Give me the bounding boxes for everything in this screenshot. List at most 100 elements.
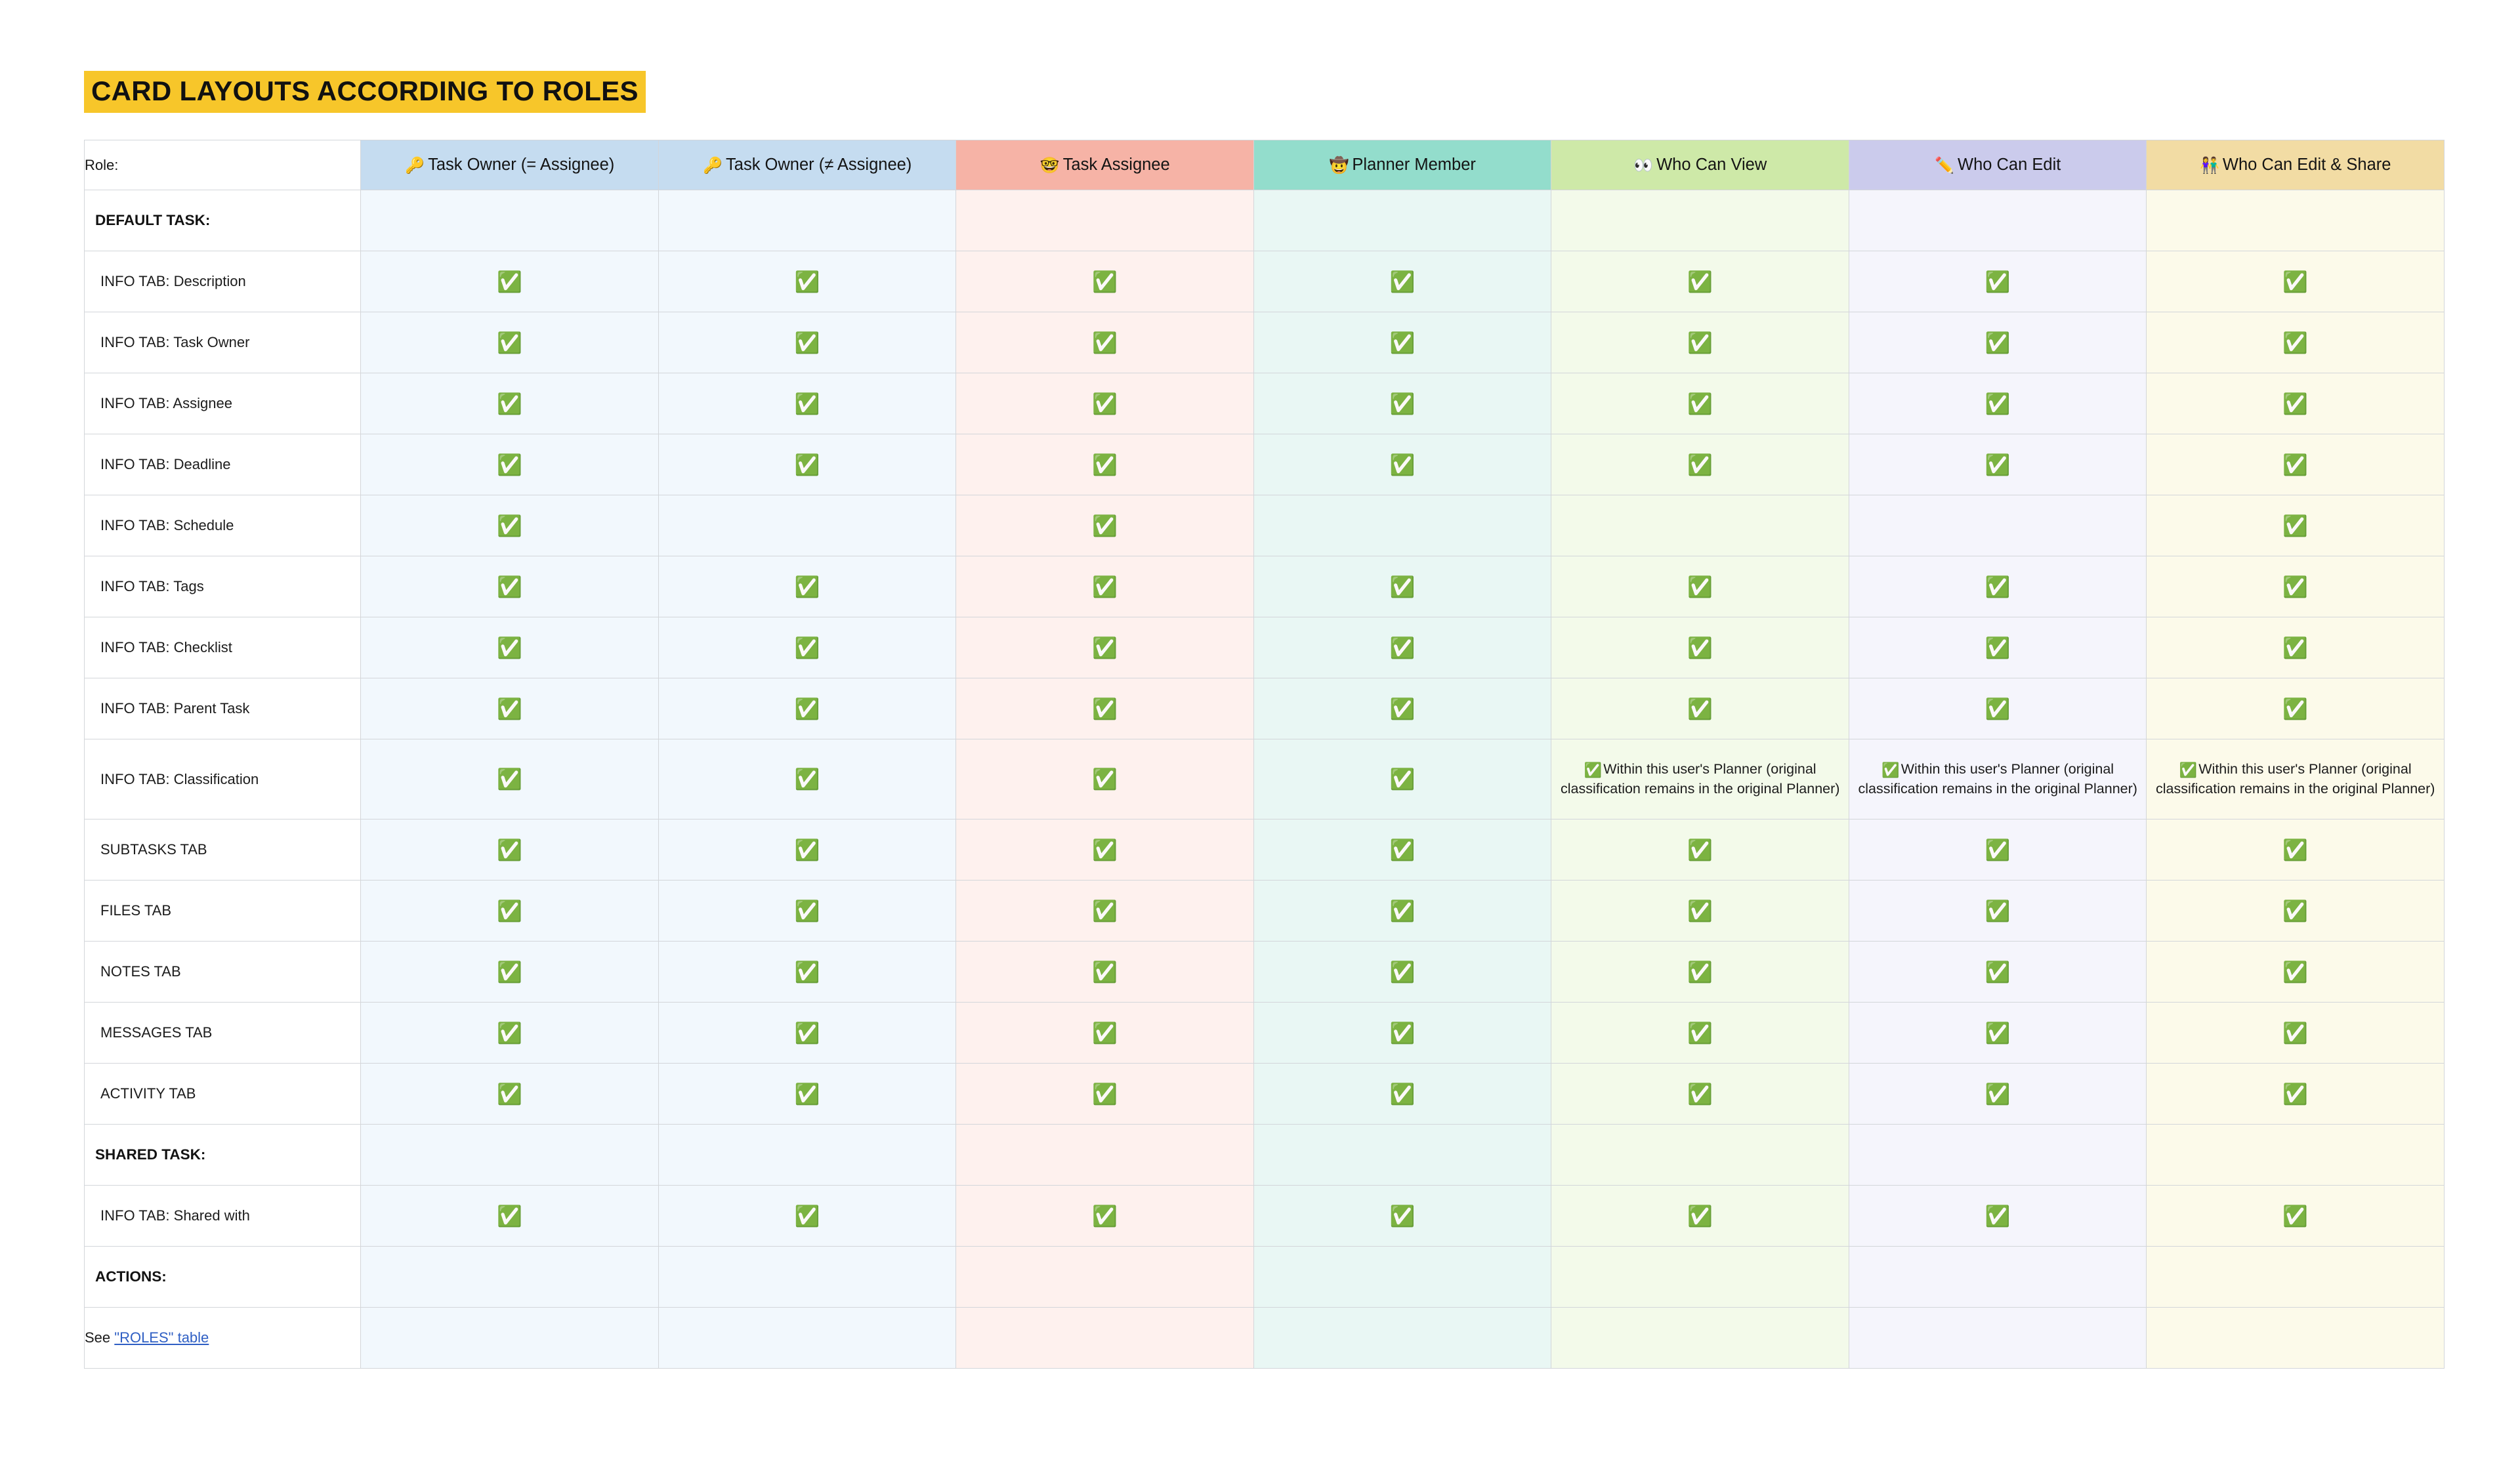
check-mark-icon: ✅ bbox=[2179, 762, 2198, 779]
cell-check: ✅ bbox=[1551, 617, 1849, 678]
cell-classification-note: ✅Within this user's Planner (original cl… bbox=[2146, 739, 2445, 819]
cell-empty bbox=[956, 190, 1254, 251]
check-mark-icon: ✅ bbox=[1389, 270, 1416, 293]
check-mark-icon: ✅ bbox=[2282, 514, 2309, 537]
row-section-label: SHARED TASK: bbox=[83, 1124, 362, 1186]
check-mark-icon: ✅ bbox=[1092, 575, 1118, 598]
check-mark-icon: ✅ bbox=[497, 514, 523, 537]
cell-check: ✅ bbox=[360, 819, 659, 881]
cell-empty bbox=[1848, 495, 2147, 556]
cell-check: ✅ bbox=[956, 880, 1254, 942]
column-header-who-can-view: 👀 Who Can View bbox=[1551, 140, 1849, 190]
row-label: ACTIVITY TAB bbox=[83, 1063, 362, 1125]
cell-check: ✅ bbox=[1253, 251, 1552, 312]
cell-empty bbox=[2146, 1307, 2445, 1369]
check-mark-icon: ✅ bbox=[1389, 1082, 1416, 1106]
cell-check: ✅ bbox=[360, 880, 659, 942]
check-mark-icon: ✅ bbox=[2282, 453, 2309, 476]
check-mark-icon: ✅ bbox=[1092, 838, 1118, 861]
check-mark-icon: ✅ bbox=[1984, 331, 2011, 354]
cell-check: ✅ bbox=[1253, 678, 1552, 739]
table-row: ACTIONS: bbox=[83, 1246, 2445, 1308]
check-mark-icon: ✅ bbox=[1092, 899, 1118, 923]
cell-check: ✅ bbox=[1551, 678, 1849, 739]
cell-check: ✅ bbox=[1848, 373, 2147, 434]
check-mark-icon: ✅ bbox=[1389, 960, 1416, 984]
row-label: INFO TAB: Deadline bbox=[83, 434, 362, 495]
cell-check: ✅ bbox=[1848, 1002, 2147, 1064]
cell-check: ✅ bbox=[956, 434, 1254, 495]
check-mark-icon: ✅ bbox=[2282, 331, 2309, 354]
cell-check: ✅ bbox=[1551, 312, 1849, 373]
check-mark-icon: ✅ bbox=[497, 270, 523, 293]
check-mark-icon: ✅ bbox=[1687, 960, 1713, 984]
cell-check: ✅ bbox=[1848, 556, 2147, 617]
cell-check: ✅ bbox=[1551, 1002, 1849, 1064]
check-mark-icon: ✅ bbox=[794, 331, 820, 354]
table-row: INFO TAB: Checklist ✅ ✅ ✅ ✅ ✅ ✅ ✅ bbox=[83, 617, 2445, 678]
roles-table-link[interactable]: "ROLES" table bbox=[114, 1329, 209, 1346]
check-mark-icon: ✅ bbox=[1984, 636, 2011, 659]
cell-check: ✅ bbox=[658, 819, 957, 881]
cell-check: ✅ bbox=[360, 678, 659, 739]
cell-check: ✅ bbox=[360, 617, 659, 678]
check-mark-icon: ✅ bbox=[1389, 575, 1416, 598]
check-mark-icon: ✅ bbox=[497, 838, 523, 861]
check-mark-icon: ✅ bbox=[1984, 453, 2011, 476]
cell-empty bbox=[1848, 190, 2147, 251]
cell-check: ✅ bbox=[2146, 819, 2445, 881]
column-header-label: Task Owner (≠ Assignee) bbox=[726, 155, 912, 174]
cell-empty bbox=[658, 495, 957, 556]
cell-check: ✅ bbox=[1253, 373, 1552, 434]
cell-check: ✅ bbox=[1848, 678, 2147, 739]
check-mark-icon: ✅ bbox=[1984, 899, 2011, 923]
cell-check: ✅ bbox=[658, 251, 957, 312]
check-mark-icon: ✅ bbox=[1092, 960, 1118, 984]
cell-check: ✅ bbox=[658, 373, 957, 434]
column-header-label: Who Can View bbox=[1656, 155, 1767, 174]
people-holding-hands-icon: 👫 bbox=[2200, 156, 2219, 175]
check-mark-icon: ✅ bbox=[497, 1021, 523, 1045]
cell-check: ✅ bbox=[956, 1185, 1254, 1247]
cell-check: ✅ bbox=[1551, 941, 1849, 1003]
cell-check: ✅ bbox=[658, 1063, 957, 1125]
row-label: INFO TAB: Assignee bbox=[83, 373, 362, 434]
cell-check: ✅ bbox=[956, 739, 1254, 819]
cell-check: ✅ bbox=[1253, 617, 1552, 678]
column-header-label: Who Can Edit bbox=[1958, 155, 2061, 174]
cell-check: ✅ bbox=[1848, 880, 2147, 942]
table-row: INFO TAB: Description ✅ ✅ ✅ ✅ ✅ ✅ ✅ bbox=[83, 251, 2445, 312]
cell-empty bbox=[1253, 1246, 1552, 1308]
key-icon: 🔑 bbox=[405, 156, 425, 175]
check-mark-icon: ✅ bbox=[1584, 762, 1603, 779]
check-mark-icon: ✅ bbox=[1389, 331, 1416, 354]
cell-check: ✅ bbox=[1551, 556, 1849, 617]
table-row: DEFAULT TASK: bbox=[83, 190, 2445, 251]
nerd-face-icon: 🤓 bbox=[1040, 156, 1060, 175]
cell-check: ✅ bbox=[2146, 1002, 2445, 1064]
check-mark-icon: ✅ bbox=[497, 697, 523, 720]
cell-check: ✅ bbox=[658, 617, 957, 678]
check-mark-icon: ✅ bbox=[2282, 697, 2309, 720]
cell-check: ✅ bbox=[1848, 251, 2147, 312]
cell-empty bbox=[1848, 1246, 2147, 1308]
check-mark-icon: ✅ bbox=[1984, 1082, 2011, 1106]
check-mark-icon: ✅ bbox=[1984, 392, 2011, 415]
table-row: INFO TAB: Shared with ✅ ✅ ✅ ✅ ✅ ✅ ✅ bbox=[83, 1185, 2445, 1247]
cell-check: ✅ bbox=[956, 678, 1254, 739]
table-header: Role: 🔑 Task Owner (= Assignee) 🔑 Task Own… bbox=[83, 140, 2445, 190]
cell-empty bbox=[1551, 1307, 1849, 1369]
cell-check: ✅ bbox=[956, 495, 1254, 556]
cell-check: ✅ bbox=[956, 251, 1254, 312]
check-mark-icon: ✅ bbox=[1687, 392, 1713, 415]
check-mark-icon: ✅ bbox=[1687, 1204, 1713, 1228]
check-mark-icon: ✅ bbox=[1984, 838, 2011, 861]
cell-check: ✅ bbox=[1551, 251, 1849, 312]
see-text: See bbox=[85, 1329, 115, 1346]
cell-check: ✅ bbox=[1253, 312, 1552, 373]
cell-empty bbox=[956, 1307, 1254, 1369]
table-row: INFO TAB: Assignee ✅ ✅ ✅ ✅ ✅ ✅ ✅ bbox=[83, 373, 2445, 434]
cell-check: ✅ bbox=[2146, 941, 2445, 1003]
cell-check: ✅ bbox=[658, 1185, 957, 1247]
table-body: DEFAULT TASK: INFO TAB: Description ✅ ✅ ✅ ✅ ✅ ✅… bbox=[83, 190, 2445, 1369]
